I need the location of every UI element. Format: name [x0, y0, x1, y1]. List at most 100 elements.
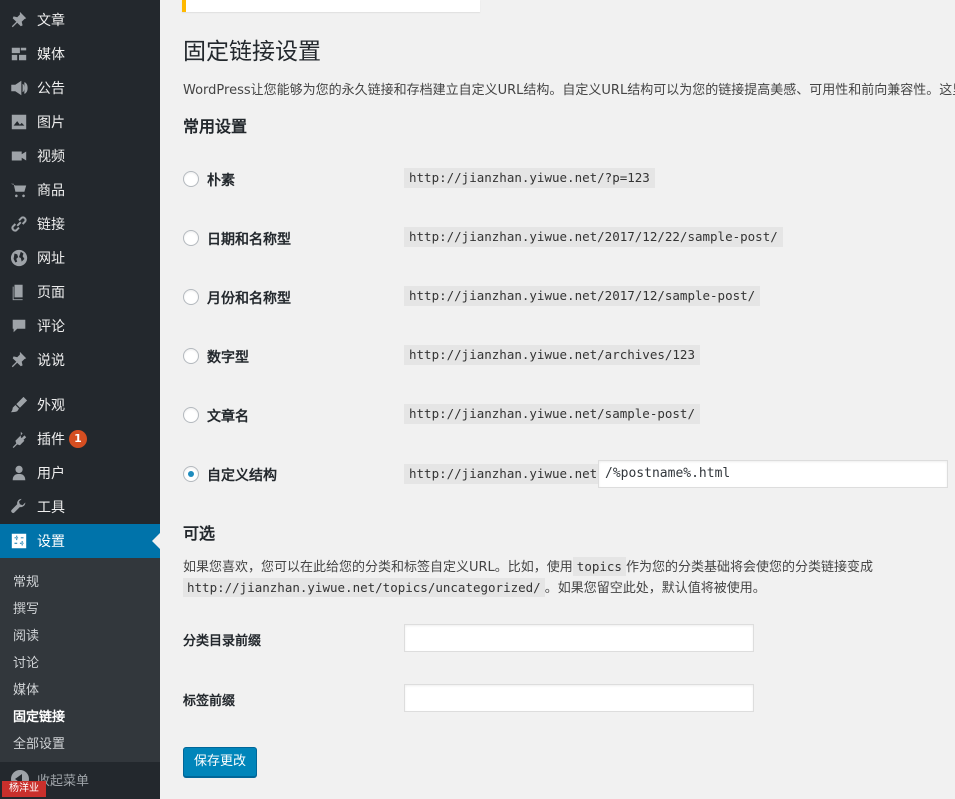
- settings-submenu: 常规撰写阅读讨论媒体固定链接全部设置: [0, 558, 160, 762]
- image-icon: [9, 112, 29, 132]
- sidebar-item-label: 外观: [37, 398, 65, 414]
- permalink-radio[interactable]: [183, 348, 199, 364]
- common-settings-title: 常用设置: [183, 117, 248, 136]
- sidebar-item-5[interactable]: 商品: [0, 173, 160, 207]
- plugin-icon: [9, 429, 29, 449]
- desc-code-url: http://jianzhan.yiwue.net/topics/uncateg…: [183, 578, 545, 597]
- sidebar-item-label: 文章: [37, 13, 65, 29]
- tag-base-input[interactable]: [404, 684, 754, 712]
- settings-icon: [9, 531, 29, 551]
- sidebar-item-label: 网址: [37, 251, 65, 267]
- sidebar-item-label: 图片: [37, 115, 65, 131]
- sidebar-item-label: 公告: [37, 81, 65, 97]
- permalink-example-url: http://jianzhan.yiwue.net: [404, 464, 603, 484]
- permalink-example-url: http://jianzhan.yiwue.net/2017/12/22/sam…: [404, 227, 783, 247]
- sidebar-item-13[interactable]: 用户: [0, 456, 160, 490]
- category-base-input[interactable]: [404, 624, 754, 652]
- permalink-option-label[interactable]: 朴素: [207, 170, 235, 190]
- desc-text-3: 。如果您留空此处，默认值将被使用。: [544, 581, 766, 596]
- sidebar-item-label: 插件: [37, 432, 65, 448]
- permalink-radio[interactable]: [183, 289, 199, 305]
- comment-icon: [9, 316, 29, 336]
- pin-icon: [9, 350, 29, 370]
- permalink-option: 朴素 http://jianzhan.yiwue.net/?p=123: [183, 167, 955, 193]
- permalink-option-label[interactable]: 自定义结构: [207, 465, 277, 485]
- sidebar-item-label: 页面: [37, 285, 65, 301]
- permalink-option: 自定义结构 http://jianzhan.yiwue.net/%postname…: [183, 460, 955, 488]
- tag-base-label: 标签前缀: [183, 694, 236, 709]
- megaphone-icon: [9, 78, 29, 98]
- desc-text-1: 如果您喜欢，您可以在此给您的分类和标签自定义URL。比如，使用: [183, 560, 573, 575]
- submenu-item-6[interactable]: 全部设置: [13, 733, 65, 752]
- optional-description-line1: 如果您喜欢，您可以在此给您的分类和标签自定义URL。比如，使用 topics 作为您…: [183, 556, 873, 576]
- sidebar-item-label: 评论: [37, 319, 65, 335]
- permalink-option: 数字型 http://jianzhan.yiwue.net/archives/12…: [183, 344, 955, 370]
- watermark-stamp: 杨洋业: [2, 781, 46, 797]
- sidebar-item-label: 说说: [37, 353, 65, 369]
- sidebar-item-label: 用户: [37, 466, 65, 482]
- permalink-radio[interactable]: [183, 171, 199, 187]
- permalink-option: 日期和名称型 http://jianzhan.yiwue.net/2017/12/…: [183, 226, 955, 252]
- user-icon: [9, 463, 29, 483]
- desc-code-topics: topics: [572, 557, 626, 576]
- globe-icon: [9, 248, 29, 268]
- sidebar-item-label: 视频: [37, 149, 65, 165]
- sidebar-item-label: 媒体: [37, 47, 65, 63]
- submenu-item-3[interactable]: 讨论: [13, 652, 39, 671]
- sidebar-item-10[interactable]: 说说: [0, 343, 160, 377]
- permalink-radio[interactable]: [183, 230, 199, 246]
- permalink-radio[interactable]: [183, 407, 199, 423]
- submenu-item-4[interactable]: 媒体: [13, 679, 39, 698]
- wrench-icon: [9, 497, 29, 517]
- permalink-example-url: http://jianzhan.yiwue.net/?p=123: [404, 168, 655, 188]
- sidebar-item-0[interactable]: 文章: [0, 3, 160, 37]
- desc-text-2: 作为您的分类基础将会使您的分类链接变成: [625, 560, 873, 575]
- sidebar-item-label: 商品: [37, 183, 65, 199]
- sidebar-item-label: 工具: [37, 500, 65, 516]
- permalink-option: 文章名 http://jianzhan.yiwue.net/sample-post…: [183, 403, 955, 429]
- sidebar-item-label: 链接: [37, 217, 65, 233]
- pin-icon: [9, 10, 29, 30]
- sidebar-item-7[interactable]: 网址: [0, 241, 160, 275]
- permalink-example-url: http://jianzhan.yiwue.net/archives/123: [404, 345, 700, 365]
- permalink-example-url: http://jianzhan.yiwue.net/sample-post/: [404, 404, 700, 424]
- submenu-item-0[interactable]: 常规: [13, 571, 39, 590]
- sidebar-item-6[interactable]: 链接: [0, 207, 160, 241]
- optional-description-line2: http://jianzhan.yiwue.net/topics/uncateg…: [183, 577, 766, 597]
- sidebar-item-15[interactable]: 设置: [0, 524, 160, 558]
- permalink-option-label[interactable]: 月份和名称型: [207, 288, 291, 308]
- page-icon: [9, 282, 29, 302]
- sidebar-item-14[interactable]: 工具: [0, 490, 160, 524]
- permalink-example-url: http://jianzhan.yiwue.net/2017/12/sample…: [404, 286, 761, 306]
- permalink-option: 月份和名称型 http://jianzhan.yiwue.net/2017/12/…: [183, 285, 955, 311]
- main-content: 固定链接设置 WordPress让您能够为您的永久链接和存档建立自定义URL结构…: [160, 0, 955, 799]
- sidebar-item-8[interactable]: 页面: [0, 275, 160, 309]
- sidebar-item-11[interactable]: 外观: [0, 388, 160, 422]
- cart-icon: [9, 180, 29, 200]
- media-icon: [9, 44, 29, 64]
- permalink-radio[interactable]: [183, 466, 199, 482]
- save-button[interactable]: 保存更改: [183, 747, 258, 777]
- category-base-label: 分类目录前缀: [183, 634, 262, 649]
- submenu-item-1[interactable]: 撰写: [13, 598, 39, 617]
- page-title: 固定链接设置: [183, 39, 321, 65]
- sidebar-item-label: 设置: [37, 534, 65, 550]
- permalink-option-label[interactable]: 日期和名称型: [207, 229, 291, 249]
- custom-structure-input[interactable]: /%postname%.html: [598, 460, 948, 488]
- permalink-option-label[interactable]: 文章名: [207, 406, 249, 426]
- update-count-badge: 1: [69, 430, 87, 448]
- sidebar-item-3[interactable]: 图片: [0, 105, 160, 139]
- permalink-option-label[interactable]: 数字型: [207, 347, 249, 367]
- video-icon: [9, 146, 29, 166]
- sidebar-item-4[interactable]: 视频: [0, 139, 160, 173]
- submenu-item-2[interactable]: 阅读: [13, 625, 39, 644]
- submenu-item-5[interactable]: 固定链接: [13, 706, 65, 725]
- sidebar-item-12[interactable]: 插件 1: [0, 422, 160, 456]
- sidebar-item-1[interactable]: 媒体: [0, 37, 160, 71]
- sidebar-item-9[interactable]: 评论: [0, 309, 160, 343]
- sidebar-item-2[interactable]: 公告: [0, 71, 160, 105]
- page-intro: WordPress让您能够为您的永久链接和存档建立自定义URL结构。自定义URL…: [183, 83, 955, 98]
- optional-title: 可选: [183, 524, 216, 543]
- admin-notice: [182, 0, 480, 12]
- brush-icon: [9, 395, 29, 415]
